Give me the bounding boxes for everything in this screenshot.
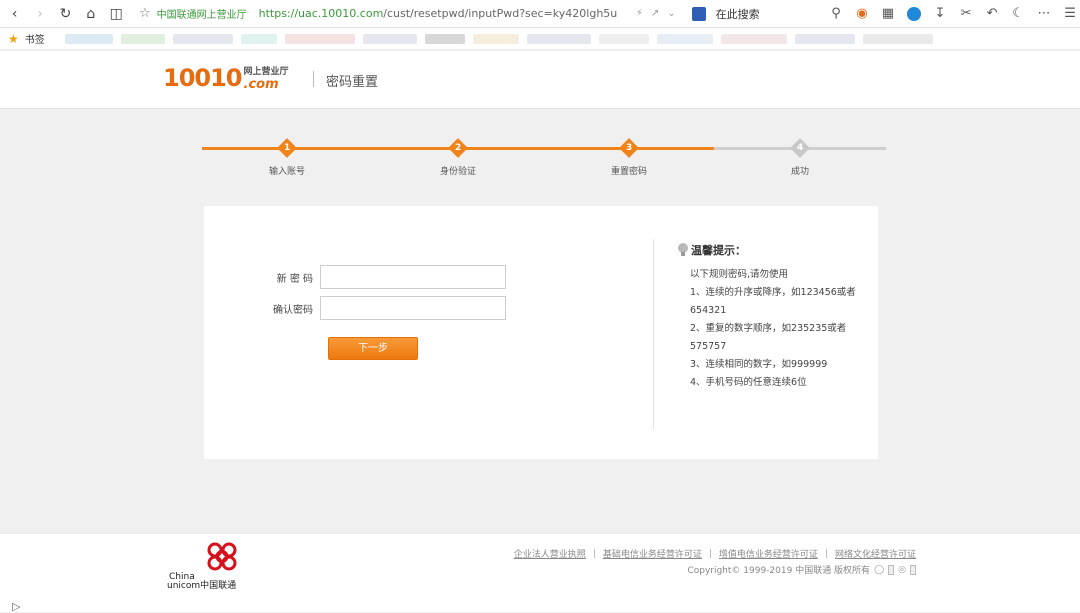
tips-title-row: 温馨提示： [677, 242, 867, 258]
address-bar[interactable]: ☆ 中国联通网上营业厅 https://uac.10010.com/cust/r… [139, 3, 630, 25]
reader-icon[interactable]: ◫ [106, 3, 127, 25]
reset-password-card: 新 密 码 确认密码 下一步 温馨提示： 以下规则密码,请勿使用 1、连续的升序… [203, 205, 879, 460]
step-2: 2 身份验证 [418, 138, 498, 177]
lightbulb-icon [677, 243, 689, 257]
logo-com: .com [243, 77, 279, 92]
night-mode-icon[interactable]: ☾ [1008, 4, 1028, 24]
step-label: 输入账号 [268, 167, 305, 177]
dropdown-icon[interactable]: ⌄ [667, 8, 675, 19]
footer-link-internet-culture-license[interactable]: 网络文化经营许可证 [835, 547, 916, 560]
forward-icon[interactable]: › [29, 3, 50, 25]
confirm-password-label: 确认密码 [273, 304, 313, 316]
link-separator: | [592, 548, 596, 559]
tip-line: 1、连续的升序或降序，如123456或者 [690, 287, 856, 298]
tips-list: 以下规则密码,请勿使用 1、连续的升序或降序，如123456或者 654321 … [677, 266, 867, 392]
china-unicom-logo: China unicom中国联通 [166, 541, 246, 591]
step-label: 身份验证 [439, 167, 476, 177]
footer-link-business-license[interactable]: 企业法人营业执照 [514, 547, 586, 560]
home-icon[interactable]: ⌂ [80, 3, 101, 25]
link-separator: | [824, 548, 828, 559]
step-label: 成功 [790, 167, 809, 177]
search-box[interactable]: 在此搜索 [691, 4, 818, 24]
share-icon[interactable]: ↗ [651, 8, 659, 19]
tips-title: 温馨提示： [691, 244, 746, 257]
search-placeholder: 在此搜索 [715, 7, 760, 21]
image-icon[interactable]: ▦ [878, 4, 898, 24]
page-title: 密码重置 [326, 75, 379, 90]
copyright-row: Copyright© 1999-2019 中国联通 版权所有 ◯ ◎ [687, 563, 916, 576]
footer-link-value-added-telecom-license[interactable]: 增值电信业务经营许可证 [719, 547, 818, 560]
step-4: 4 成功 [760, 138, 840, 177]
new-password-label: 新 密 码 [276, 273, 313, 285]
step-progress: 1 输入账号 2 身份验证 3 重置密码 4 成功 [202, 138, 886, 178]
site-footer: China unicom中国联通 企业法人营业执照 | 基础电信业务经营许可证 … [0, 533, 1080, 612]
search-icon[interactable]: ⚲ [826, 4, 846, 24]
sidebar-toggle-icon[interactable]: ▷ [12, 600, 20, 613]
bookmarks-bar: ★ 书签 [0, 28, 1080, 50]
back-icon[interactable]: ‹ [4, 3, 25, 25]
step-marker: 4 [790, 138, 810, 158]
footer-links: 企业法人营业执照 | 基础电信业务经营许可证 | 增值电信业务经营许可证 | 网… [514, 547, 916, 561]
more-icon[interactable]: ⋯ [1034, 4, 1054, 24]
step-marker: 2 [448, 138, 468, 158]
search-engine-icon[interactable] [691, 6, 706, 21]
gamepad-icon[interactable]: ◉ [852, 4, 872, 24]
favorite-star-icon[interactable]: ☆ [139, 6, 151, 21]
new-password-input[interactable] [320, 265, 506, 289]
scissors-icon[interactable]: ✂ [956, 4, 976, 24]
url-host: https://uac.10010.com [258, 7, 384, 20]
bookmark-star-icon: ★ [8, 31, 19, 46]
download-icon[interactable]: ↧ [930, 4, 950, 24]
site-logo[interactable]: 10010 网上营业厅 .com [163, 65, 289, 91]
confirm-password-input[interactable] [320, 296, 506, 320]
step-1: 1 输入账号 [247, 138, 327, 177]
brand-unicom: unicom中国联通 [167, 581, 237, 591]
bookmarks-label[interactable]: 书签 [25, 31, 45, 46]
refresh-icon[interactable]: ↻ [55, 3, 76, 25]
menu-icon[interactable]: ☰ [1060, 4, 1080, 24]
extension-icon[interactable] [904, 4, 924, 24]
tip-line: 4、手机号码的任意连续6位 [690, 377, 807, 388]
confirm-password-row: 确认密码 [204, 296, 506, 320]
copyright-text: Copyright© 1999-2019 中国联通 版权所有 [687, 566, 871, 576]
browser-toolbar: ‹ › ↻ ⌂ ◫ ☆ 中国联通网上营业厅 https://uac.10010.… [0, 0, 1080, 28]
trust-badge[interactable] [888, 564, 895, 575]
header-divider [313, 71, 314, 87]
step-marker: 3 [619, 138, 639, 158]
undo-icon[interactable]: ↶ [982, 4, 1002, 24]
tip-line: 654321 [690, 305, 727, 316]
tip-line: 575757 [690, 341, 727, 352]
site-header: 10010 网上营业厅 .com 密码重置 [0, 51, 1080, 109]
step-marker: 1 [277, 138, 297, 158]
blurred-bookmarks [64, 33, 933, 44]
step-label: 重置密码 [610, 167, 647, 177]
url-text[interactable]: https://uac.10010.com/cust/resetpwd/inpu… [259, 7, 618, 20]
link-separator: | [708, 548, 712, 559]
tip-line: 以下规则密码,请勿使用 [690, 269, 789, 280]
credit-badge[interactable] [910, 564, 916, 575]
footer-link-basic-telecom-license[interactable]: 基础电信业务经营许可证 [603, 547, 702, 560]
tip-line: 2、重复的数字顺序，如235235或者 [690, 323, 847, 334]
logo-number: 10010 [163, 64, 242, 92]
record-icon[interactable]: ◯ [874, 565, 884, 575]
site-name: 中国联通网上营业厅 [156, 10, 247, 21]
lightning-icon[interactable]: ⚡ [636, 8, 643, 19]
card-divider [653, 239, 654, 429]
new-password-row: 新 密 码 [204, 265, 506, 289]
url-path: /cust/resetpwd/inputPwd?sec=ky420lgh5u [383, 7, 618, 20]
tip-line: 3、连续相同的数字，如999999 [690, 359, 828, 370]
next-step-button[interactable]: 下一步 [328, 337, 418, 360]
tips-panel: 温馨提示： 以下规则密码,请勿使用 1、连续的升序或降序，如123456或者 6… [677, 242, 867, 392]
security-icon[interactable]: ◎ [898, 565, 906, 575]
step-3: 3 重置密码 [589, 138, 669, 177]
unicom-knot-icon [207, 542, 237, 571]
